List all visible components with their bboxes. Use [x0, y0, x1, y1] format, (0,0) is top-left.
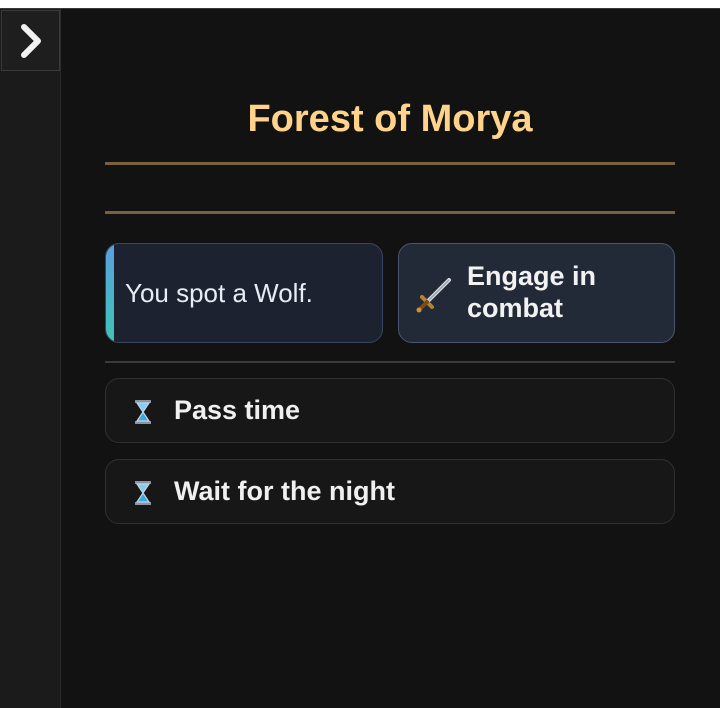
- encounter-accent-bar: [106, 244, 114, 342]
- pass-time-label: Pass time: [174, 395, 301, 425]
- engage-combat-label: Engage in combat: [467, 261, 597, 323]
- window-top-edge: [0, 0, 720, 9]
- section-divider: [105, 361, 675, 363]
- main-panel: Forest of Morya You spot a Wolf. Engage …: [61, 9, 720, 708]
- chevron-right-icon: [20, 23, 41, 58]
- pass-time-button[interactable]: Pass time: [105, 378, 675, 443]
- hourglass-icon: [135, 400, 151, 424]
- location-title: Forest of Morya: [247, 98, 533, 140]
- title-rule-bottom: [105, 211, 675, 214]
- encounter-message: You spot a Wolf.: [125, 277, 313, 308]
- sword-icon: [416, 278, 451, 313]
- title-rule-top: [105, 162, 675, 165]
- engage-combat-button[interactable]: Engage in combat: [398, 243, 675, 343]
- wait-for-night-label: Wait for the night: [174, 476, 395, 506]
- sidebar: [0, 9, 61, 708]
- hourglass-icon: [135, 481, 151, 505]
- sidebar-expand-button[interactable]: [1, 10, 60, 71]
- encounter-message-card: You spot a Wolf.: [105, 243, 383, 343]
- wait-for-night-button[interactable]: Wait for the night: [105, 459, 675, 524]
